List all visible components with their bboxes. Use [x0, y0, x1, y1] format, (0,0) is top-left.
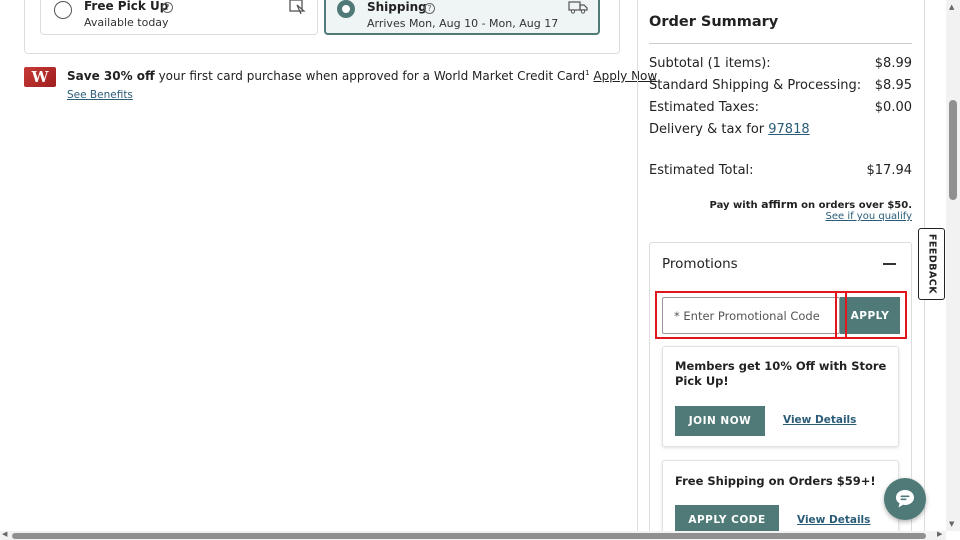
shipping-value: $8.95 [874, 78, 912, 93]
promo-offer-title: Free Shipping on Orders $59+! [675, 474, 876, 488]
zip-code-link[interactable]: 97818 [768, 122, 809, 137]
credit-card-banner: Save 30% off your first card purchase wh… [67, 69, 657, 83]
scroll-down-arrow-icon[interactable]: ▼ [949, 520, 954, 528]
horizontal-scroll-thumb[interactable] [12, 533, 926, 539]
vertical-scrollbar[interactable] [946, 0, 960, 531]
scroll-left-arrow-icon[interactable]: ◀ [2, 530, 7, 538]
scroll-right-arrow-icon[interactable]: ▶ [937, 530, 942, 538]
banner-footnote: 1 [585, 69, 590, 77]
chat-bubble-icon [896, 490, 914, 508]
join-now-button[interactable]: JOIN NOW [675, 406, 765, 436]
see-benefits-link[interactable]: See Benefits [67, 89, 133, 101]
help-icon[interactable]: ? [162, 2, 173, 13]
divider [649, 43, 912, 44]
truck-icon [568, 0, 588, 18]
feedback-tab[interactable]: FEEDBACK [918, 228, 945, 300]
banner-offer-bold: Save 30% off [67, 69, 155, 83]
affirm-message: Pay with affirm on orders over $50. [709, 198, 912, 211]
promo-offer-title: Members get 10% Off with Store Pick Up! [675, 359, 887, 388]
delivery-tax-label: Delivery & tax for [649, 122, 769, 137]
apply-promo-button[interactable]: APPLY [840, 297, 900, 334]
pickup-radio[interactable] [54, 1, 72, 19]
pickup-title: Free Pick Up [84, 0, 169, 13]
shipping-title: Shipping [367, 0, 427, 14]
credit-card-logo: W [24, 67, 56, 87]
subtotal-value: $8.99 [874, 56, 912, 71]
vertical-scroll-thumb[interactable] [949, 100, 957, 200]
collapse-minus-icon[interactable] [883, 263, 896, 265]
shipping-radio-selected[interactable] [337, 0, 355, 18]
help-icon[interactable]: ? [424, 3, 435, 14]
estimated-total-label: Estimated Total: [649, 163, 754, 178]
shipping-option[interactable]: Shipping ? Arrives Mon, Aug 10 - Mon, Au… [324, 0, 600, 35]
promo-offer-card: Free Shipping on Orders $59+! APPLY CODE… [662, 460, 899, 540]
delivery-tax-row: Delivery & tax for 97818 [649, 122, 810, 137]
estimated-total-value: $17.94 [866, 163, 913, 178]
taxes-label: Estimated Taxes: [649, 100, 760, 115]
shipping-subtitle: Arrives Mon, Aug 10 - Mon, Aug 17 [367, 17, 559, 30]
subtotal-label: Subtotal (1 items): [649, 56, 771, 71]
banner-text: your first card purchase when approved f… [154, 69, 586, 83]
view-details-link[interactable]: View Details [797, 514, 870, 526]
taxes-value: $0.00 [874, 100, 912, 115]
affirm-qualify-link[interactable]: See if you qualify [826, 211, 913, 222]
promo-offer-card: Members get 10% Off with Store Pick Up! … [662, 346, 899, 447]
chat-button[interactable] [884, 478, 926, 520]
store-pickup-icon [288, 0, 306, 19]
affirm-logo: affirm [761, 198, 798, 211]
view-details-link[interactable]: View Details [783, 414, 856, 426]
order-summary-title: Order Summary [649, 14, 779, 30]
pickup-option[interactable]: Free Pick Up ? Available today [40, 0, 318, 35]
scroll-up-arrow-icon[interactable]: ▲ [949, 3, 954, 11]
pickup-subtitle: Available today [84, 16, 169, 29]
shipping-label: Standard Shipping & Processing: [649, 78, 862, 93]
promotions-title: Promotions [662, 256, 738, 272]
promo-code-input[interactable] [662, 297, 840, 334]
